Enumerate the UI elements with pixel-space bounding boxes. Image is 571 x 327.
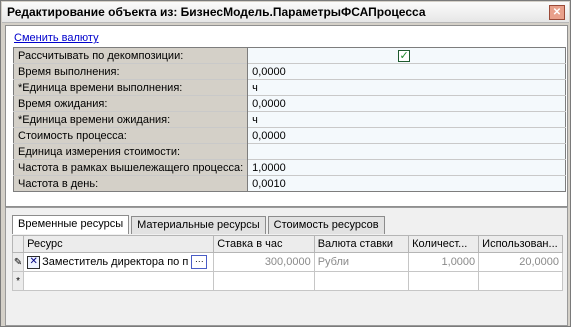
property-row[interactable]: Частота в рамках вышележащего процесса: … (13, 159, 566, 176)
tab-resource-cost[interactable]: Стоимость ресурсов (267, 216, 385, 234)
property-row[interactable]: Стоимость процесса: 0,0000 (13, 127, 566, 144)
usage-cell[interactable]: 20,0000 (478, 252, 563, 272)
rate-cell[interactable]: 300,0000 (213, 252, 315, 272)
property-label: *Единица времени выполнения: (13, 79, 249, 96)
column-header-usage[interactable]: Использован... (478, 235, 563, 253)
property-value[interactable] (247, 143, 566, 160)
change-currency-link[interactable]: Сменить валюту (14, 32, 99, 44)
tab-time-resources[interactable]: Временные ресурсы (12, 215, 130, 234)
property-row[interactable]: Частота в день: 0,0010 (13, 175, 566, 192)
resource-name: Заместитель директора по п (42, 256, 189, 268)
property-label: Рассчитывать по декомпозиции: (13, 47, 249, 64)
resources-area: Временные ресурсы Материальные ресурсы С… (5, 207, 568, 326)
property-row[interactable]: Время ожидания: 0,0000 (13, 95, 566, 112)
quantity-cell[interactable]: 1,0000 (408, 252, 480, 272)
close-button[interactable]: ✕ (549, 5, 565, 20)
property-value[interactable]: ✓ (247, 47, 566, 64)
remove-resource-icon[interactable]: ✕ (27, 255, 41, 269)
property-row[interactable]: Единица измерения стоимости: (13, 143, 566, 160)
empty-cell[interactable] (313, 271, 410, 291)
property-label: Частота в день: (13, 175, 249, 192)
property-label: Время выполнения: (13, 63, 249, 80)
dialog-window: Редактирование объекта из: БизнесМодель.… (0, 0, 571, 327)
property-value[interactable]: 0,0010 (247, 175, 566, 192)
window-title: Редактирование объекта из: БизнесМодель.… (7, 5, 426, 19)
grid-header-row: Ресурс Ставка в час Валюта ставки Количе… (11, 235, 563, 253)
property-label: Стоимость процесса: (13, 127, 249, 144)
decomposition-checkbox[interactable]: ✓ (398, 49, 411, 62)
resource-tabs: Временные ресурсы Материальные ресурсы С… (12, 215, 387, 235)
resources-grid: Ресурс Ставка в час Валюта ставки Количе… (11, 235, 563, 291)
tab-material-resources[interactable]: Материальные ресурсы (131, 216, 266, 234)
property-value[interactable]: 0,0000 (247, 95, 566, 112)
table-row[interactable]: ✎ ✕ Заместитель директора по п ··· 300,000… (11, 252, 563, 272)
property-value[interactable]: ч (247, 111, 566, 128)
edit-row-icon: ✎ (11, 252, 25, 272)
property-value[interactable]: 0,0000 (247, 127, 566, 144)
column-header-rate[interactable]: Ставка в час (213, 235, 315, 253)
ellipsis-button[interactable]: ··· (191, 255, 208, 269)
currency-cell[interactable]: Рубли (313, 252, 410, 272)
empty-cell[interactable] (408, 271, 480, 291)
property-row[interactable]: *Единица времени выполнения: ч (13, 79, 566, 96)
column-header-quantity[interactable]: Количест... (408, 235, 480, 253)
new-row[interactable]: * (11, 271, 563, 291)
property-label: Время ожидания: (13, 95, 249, 112)
property-value[interactable]: ч (247, 79, 566, 96)
column-header-resource[interactable]: Ресурс (23, 235, 215, 253)
properties-panel: Сменить валюту Рассчитывать по декомпози… (5, 25, 568, 207)
new-row-marker: * (11, 271, 25, 291)
empty-cell[interactable] (23, 271, 215, 291)
property-row[interactable]: *Единица времени ожидания: ч (13, 111, 566, 128)
property-row[interactable]: Время выполнения: 0,0000 (13, 63, 566, 80)
empty-cell[interactable] (478, 271, 563, 291)
property-row[interactable]: Рассчитывать по декомпозиции: ✓ (13, 47, 566, 64)
property-label: *Единица времени ожидания: (13, 111, 249, 128)
property-label: Частота в рамках вышележащего процесса: (13, 159, 249, 176)
row-marker-header (11, 235, 25, 253)
property-value[interactable]: 0,0000 (247, 63, 566, 80)
title-bar[interactable]: Редактирование объекта из: БизнесМодель.… (2, 2, 569, 23)
column-header-currency[interactable]: Валюта ставки (313, 235, 410, 253)
property-value[interactable]: 1,0000 (247, 159, 566, 176)
properties-grid: Рассчитывать по декомпозиции: ✓ Время вы… (13, 47, 566, 192)
empty-cell[interactable] (213, 271, 315, 291)
property-label: Единица измерения стоимости: (13, 143, 249, 160)
resource-cell[interactable]: ✕ Заместитель директора по п ··· (23, 252, 215, 272)
